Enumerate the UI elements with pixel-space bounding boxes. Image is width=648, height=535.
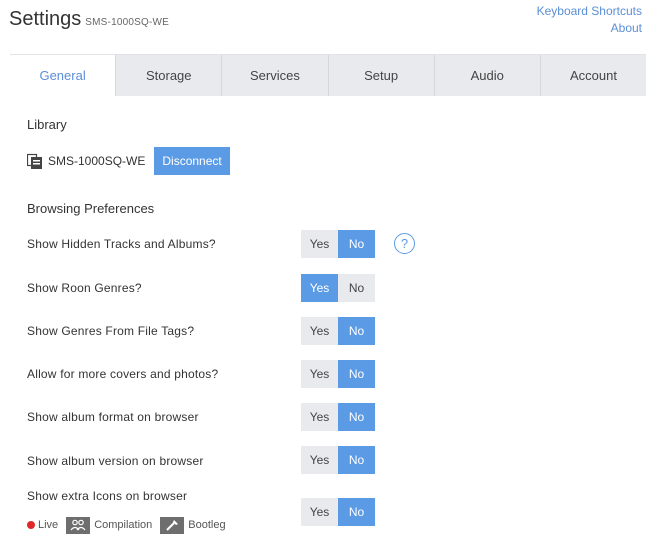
pref-file-tag-genres-label: Show Genres From File Tags? xyxy=(27,324,195,338)
tab-setup[interactable]: Setup xyxy=(327,55,434,96)
library-device-name: SMS-1000SQ-WE xyxy=(48,154,146,168)
yes-option[interactable]: Yes xyxy=(301,446,338,474)
legend-live-label: Live xyxy=(38,519,59,531)
tab-bar: General Storage Services Setup Audio Acc… xyxy=(10,54,646,96)
no-option[interactable]: No xyxy=(338,360,375,388)
pref-album-format-label: Show album format on browser xyxy=(27,410,199,424)
pref-more-covers-toggle: Yes No xyxy=(301,360,375,388)
pref-hidden-tracks-label: Show Hidden Tracks and Albums? xyxy=(27,237,216,251)
no-option[interactable]: No xyxy=(338,274,375,302)
tab-audio[interactable]: Audio xyxy=(433,55,540,96)
yes-option[interactable]: Yes xyxy=(301,230,338,258)
page-title: Settings SMS-1000SQ-WE xyxy=(9,8,169,31)
pref-hidden-tracks-toggle: Yes No xyxy=(301,230,375,258)
pref-album-format-toggle: Yes No xyxy=(301,403,375,431)
yes-option[interactable]: Yes xyxy=(301,403,338,431)
header-links: Keyboard Shortcuts About xyxy=(537,3,642,37)
no-option[interactable]: No xyxy=(338,498,375,526)
header: Settings SMS-1000SQ-WE Keyboard Shortcuts… xyxy=(0,0,648,52)
pref-extra-icons-label: Show extra Icons on browser xyxy=(27,489,188,503)
pref-album-version-toggle: Yes No xyxy=(301,446,375,474)
legend-live: Live xyxy=(27,519,58,531)
pref-file-tag-genres-toggle: Yes No xyxy=(301,317,375,345)
pref-extra-icons-toggle: Yes No xyxy=(301,498,375,526)
keyboard-shortcuts-link[interactable]: Keyboard Shortcuts xyxy=(537,3,642,20)
library-device-icon xyxy=(26,153,44,170)
yes-option[interactable]: Yes xyxy=(301,317,338,345)
no-option[interactable]: No xyxy=(338,403,375,431)
browsing-preferences-heading: Browsing Preferences xyxy=(27,201,155,216)
yes-option[interactable]: Yes xyxy=(301,498,338,526)
bootleg-icon xyxy=(160,516,185,534)
no-option[interactable]: No xyxy=(338,230,375,258)
device-subtitle: SMS-1000SQ-WE xyxy=(85,17,169,28)
library-row: SMS-1000SQ-WE Disconnect xyxy=(26,147,230,175)
about-link[interactable]: About xyxy=(537,20,642,37)
library-heading: Library xyxy=(27,117,67,132)
yes-option[interactable]: Yes xyxy=(301,360,338,388)
yes-option[interactable]: Yes xyxy=(301,274,338,302)
tab-account[interactable]: Account xyxy=(539,55,646,96)
no-option[interactable]: No xyxy=(338,317,375,345)
compilation-icon xyxy=(66,516,91,534)
live-dot-icon xyxy=(27,521,35,529)
pref-roon-genres-toggle: Yes No xyxy=(301,274,375,302)
help-icon[interactable]: ? xyxy=(394,233,415,254)
legend-bootleg: Bootleg xyxy=(160,516,226,534)
disconnect-button[interactable]: Disconnect xyxy=(154,147,230,175)
no-option[interactable]: No xyxy=(338,446,375,474)
pref-more-covers-label: Allow for more covers and photos? xyxy=(27,367,219,381)
pref-album-version-label: Show album version on browser xyxy=(27,454,204,468)
tab-storage[interactable]: Storage xyxy=(115,55,221,96)
legend-compilation-label: Compilation xyxy=(94,519,153,531)
pref-roon-genres-label: Show Roon Genres? xyxy=(27,281,142,295)
legend-bootleg-label: Bootleg xyxy=(188,519,226,531)
tab-services[interactable]: Services xyxy=(221,55,327,96)
page-title-text: Settings xyxy=(9,8,82,30)
icon-legend: Live Compilation Bootleg xyxy=(27,516,234,534)
tab-general[interactable]: General xyxy=(10,55,116,96)
legend-compilation: Compilation xyxy=(66,516,153,534)
